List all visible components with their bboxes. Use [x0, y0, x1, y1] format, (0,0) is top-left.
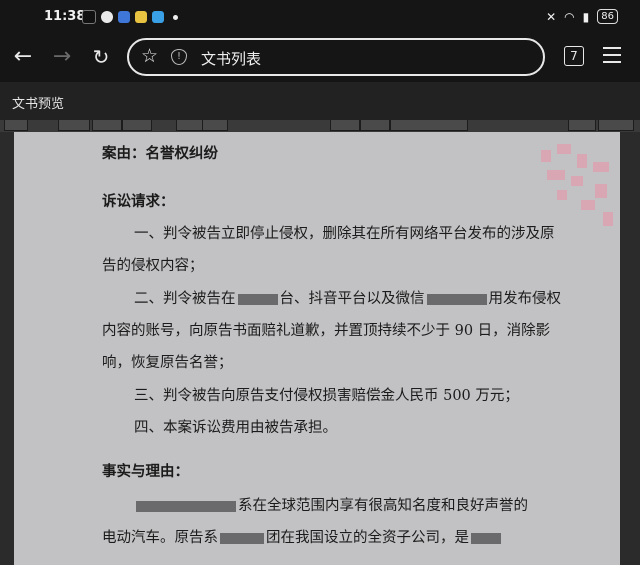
viewer-toolbar: [0, 120, 640, 132]
reload-icon[interactable]: ↻: [86, 42, 116, 72]
claim-1-line-1: 一、判令被告立即停止侵权，删除其在所有网络平台发布的涉及原: [134, 226, 555, 242]
redaction: [237, 293, 278, 305]
more-notifications-icon: [173, 14, 178, 20]
signal-icon: ▮: [582, 9, 590, 24]
menu-icon[interactable]: [603, 47, 621, 68]
shield-icon[interactable]: !: [171, 49, 187, 65]
app-icon: [118, 11, 130, 23]
viewer-button[interactable]: [176, 120, 204, 131]
facts-line-1: 系在全球范围内享有很高知名度和良好声誉的: [134, 494, 528, 515]
forward-arrow-icon[interactable]: →: [47, 42, 77, 72]
notification-icons: [82, 10, 178, 24]
facts-heading: 事实与理由：: [102, 463, 189, 480]
claim-3: 三、判令被告向原告支付侵权损害赔偿金人民币 500 万元；: [134, 388, 519, 404]
url-text[interactable]: 文书列表: [201, 48, 261, 69]
tiktok-icon: [82, 10, 96, 24]
preview-header: 文书预览: [0, 82, 640, 120]
claim-2-text-b: 台、抖音平台以及微信: [279, 291, 425, 307]
battery-icon: 86: [597, 9, 618, 24]
document-page: 案由：名誉权纠纷 诉讼请求： 一、判令被告立即停止侵权，删除其在所有网络平台发布…: [14, 132, 620, 565]
redaction: [426, 293, 487, 305]
viewer-button[interactable]: [598, 120, 634, 131]
viewer-button[interactable]: [202, 120, 228, 131]
viewer-button[interactable]: [360, 120, 390, 131]
zoom-select[interactable]: [390, 120, 468, 131]
redaction: [136, 500, 236, 512]
facts-text-2a: 电动汽车。原告系: [102, 530, 218, 546]
viewer-button[interactable]: [122, 120, 152, 131]
claim-2-line-2: 内容的账号，向原告书面赔礼道歉，并置顶持续不少于 90 日，消除影: [102, 323, 551, 339]
wifi-icon: ◠: [564, 9, 575, 24]
claim-4: 四、本案诉讼费用由被告承担。: [134, 420, 337, 436]
status-bar: 11:38 ✕ ◠ ▮ 86: [0, 0, 640, 34]
claim-2-line-1: 二、判令被告在 台、抖音平台以及微信 用发布侵权: [134, 287, 561, 308]
preview-title: 文书预览: [12, 97, 65, 112]
case-cause: 案由：名誉权纠纷: [102, 145, 218, 162]
viewer-scroll-area[interactable]: [620, 132, 640, 565]
browser-toolbar: ← → ↻ ☆ ! 文书列表 7: [0, 34, 640, 82]
viewer-button[interactable]: [58, 120, 90, 131]
viewer-button[interactable]: [4, 120, 28, 131]
mute-icon: ✕: [546, 9, 557, 24]
viewer-button[interactable]: [330, 120, 360, 131]
claim-2-line-3: 响，恢复原告名誉；: [102, 355, 233, 371]
wechat-icon: [101, 11, 113, 23]
claim-2-text-c: 用发布侵权: [488, 291, 562, 307]
claims-heading: 诉讼请求：: [102, 193, 175, 210]
tab-count-button[interactable]: 7: [564, 46, 584, 66]
app-icon: [152, 11, 164, 23]
facts-text-2b: 团在我国设立的全资子公司，是: [266, 530, 469, 546]
redaction: [471, 532, 501, 544]
address-bar[interactable]: ☆ ! 文书列表: [127, 38, 545, 76]
app-icon: [135, 11, 147, 23]
system-icons: ✕ ◠ ▮ 86: [546, 9, 618, 24]
official-seal: [537, 140, 617, 230]
status-time: 11:38: [44, 9, 86, 24]
viewer-button[interactable]: [92, 120, 122, 131]
star-icon[interactable]: ☆: [141, 45, 158, 67]
facts-text-1: 系在全球范围内享有很高知名度和良好声誉的: [238, 498, 528, 514]
back-arrow-icon[interactable]: ←: [8, 42, 38, 72]
claim-2-text-a: 二、判令被告在: [134, 291, 236, 307]
facts-line-2: 电动汽车。原告系 团在我国设立的全资子公司，是: [102, 526, 503, 547]
redaction: [220, 532, 264, 544]
claim-1-line-2: 告的侵权内容；: [102, 258, 204, 274]
viewer-button[interactable]: [568, 120, 596, 131]
